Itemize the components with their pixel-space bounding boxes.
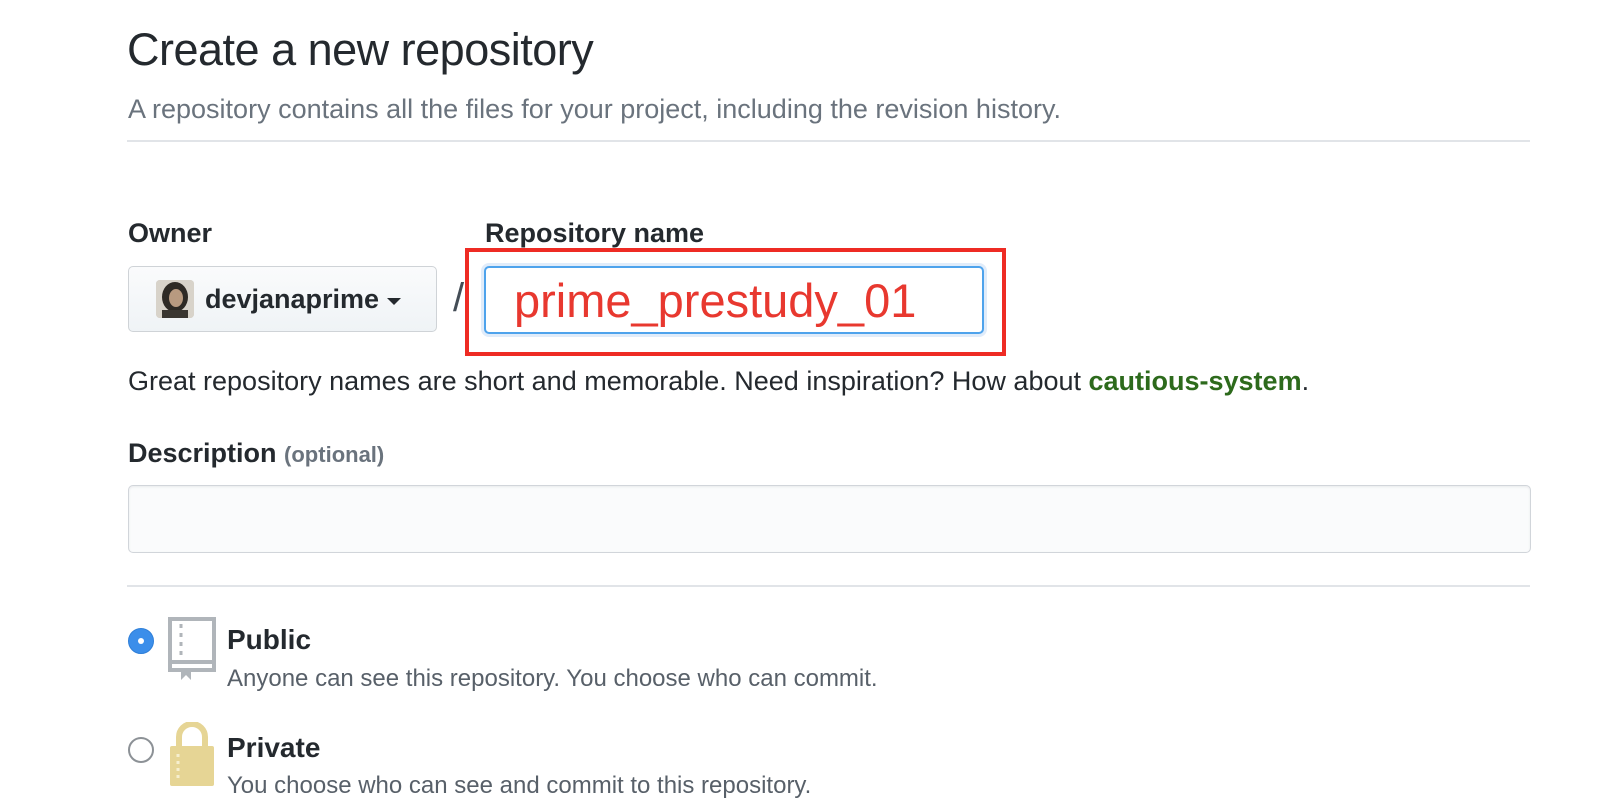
public-label[interactable]: Public	[227, 624, 311, 656]
hint-text: Great repository names are short and mem…	[128, 366, 1089, 396]
owner-repo-separator: /	[453, 276, 465, 320]
page-title: Create a new repository	[127, 24, 594, 75]
repository-name-hint: Great repository names are short and mem…	[128, 366, 1309, 397]
page-subtitle: A repository contains all the files for …	[128, 94, 1061, 124]
visibility-divider	[127, 585, 1530, 587]
book-icon	[167, 616, 217, 687]
description-input[interactable]	[128, 485, 1531, 553]
owner-name: devjanaprime	[205, 283, 380, 314]
lock-icon	[167, 721, 217, 791]
description-label-row: Description (optional)	[128, 438, 384, 469]
hint-suffix: .	[1301, 366, 1310, 396]
description-label: Description	[128, 438, 277, 468]
header-divider	[127, 140, 1530, 142]
optional-tag: (optional)	[284, 442, 385, 467]
caret-down-icon	[387, 297, 402, 305]
private-description: You choose who can see and commit to thi…	[227, 772, 812, 799]
public-description: Anyone can see this repository. You choo…	[227, 665, 878, 692]
repository-name-input[interactable]	[484, 266, 984, 334]
owner-label: Owner	[128, 218, 213, 248]
suggestion-link[interactable]: cautious-system	[1089, 366, 1302, 396]
avatar	[156, 280, 194, 318]
private-label[interactable]: Private	[227, 732, 320, 764]
public-radio[interactable]	[128, 628, 154, 654]
owner-select-button[interactable]: devjanaprime	[128, 266, 437, 332]
private-radio[interactable]	[128, 737, 154, 763]
repository-name-label: Repository name	[485, 218, 705, 248]
